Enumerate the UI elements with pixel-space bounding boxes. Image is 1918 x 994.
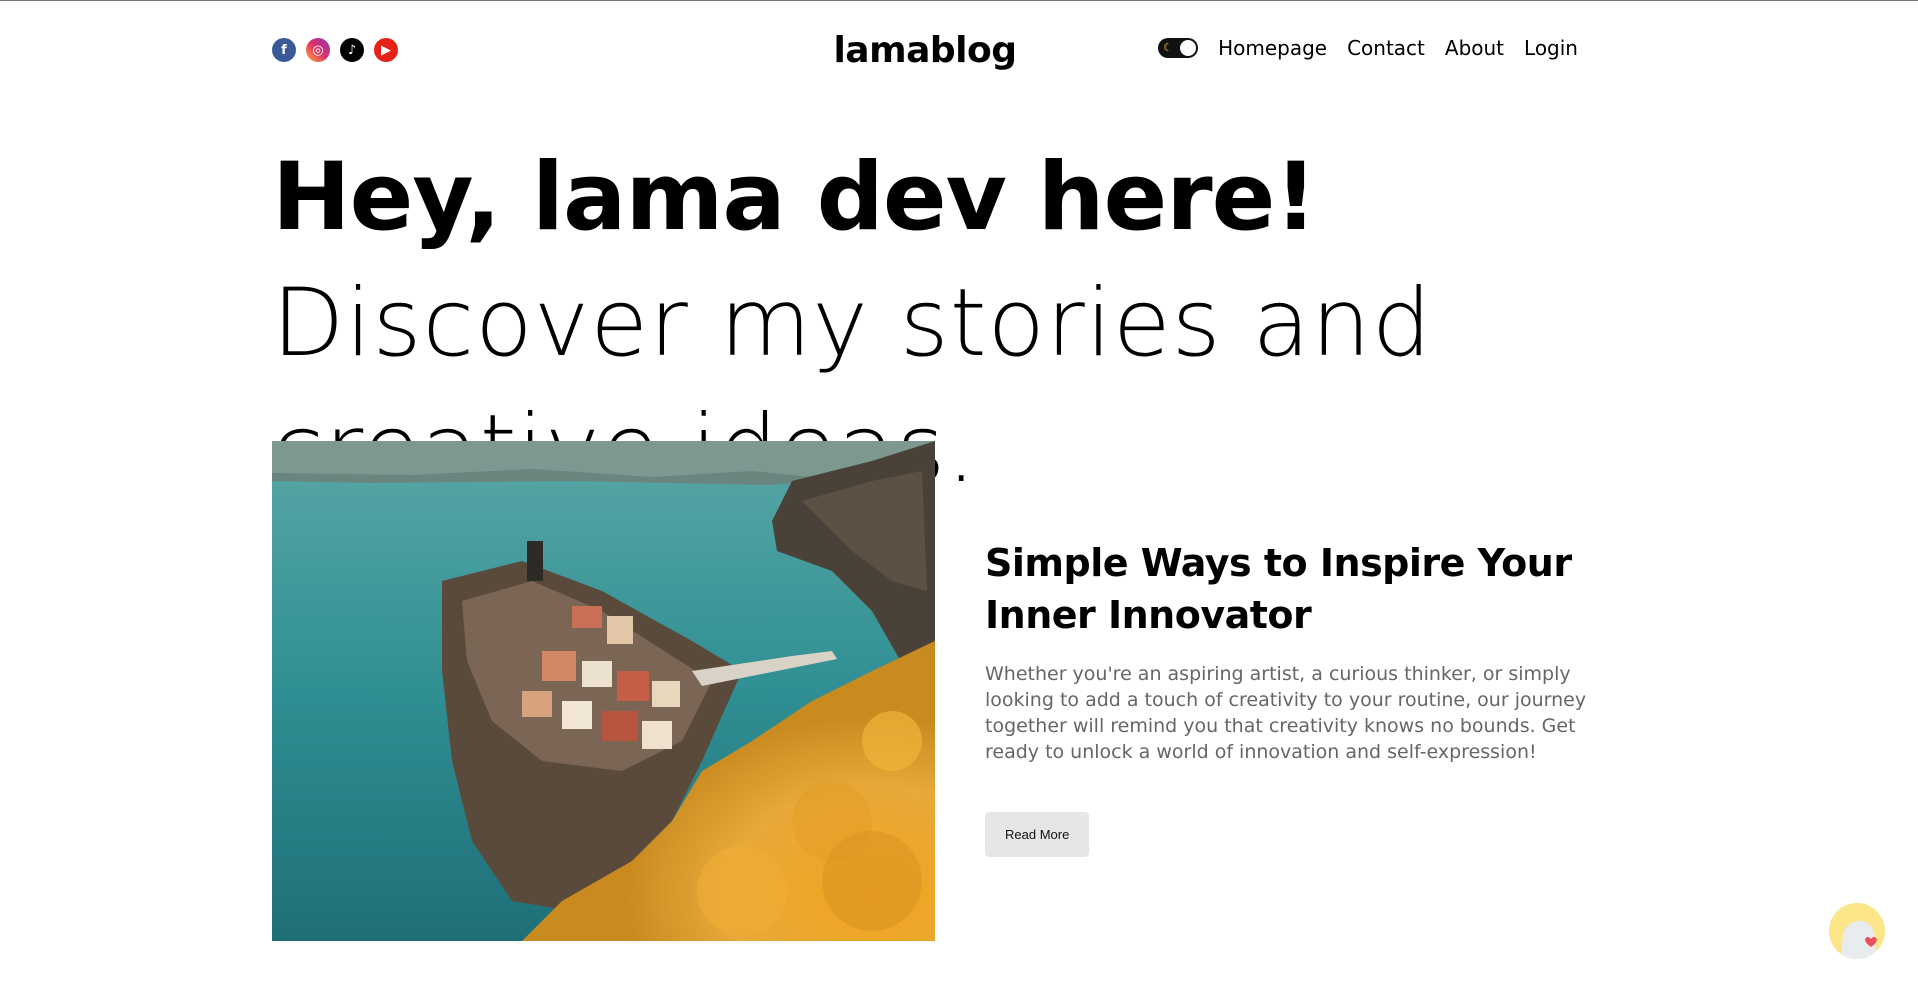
post-title[interactable]: Simple Ways to Inspire Your Inner Innova… [985, 537, 1635, 641]
theme-toggle[interactable]: ☾ [1158, 38, 1199, 58]
chat-widget-icon[interactable] [1829, 903, 1885, 959]
nav-homepage-link[interactable]: Homepage [1218, 36, 1327, 60]
nav-about-link[interactable]: About [1445, 36, 1504, 60]
navbar: f ◎ ♪ ▶ lamablog ☾ Homepage Contact Abou… [272, 26, 1578, 76]
nav-login-link[interactable]: Login [1524, 36, 1578, 60]
featured-post-image[interactable] [272, 441, 935, 941]
read-more-button[interactable]: Read More [985, 812, 1090, 857]
moon-icon: ☾ [1163, 41, 1173, 54]
coastal-village-image [272, 441, 935, 941]
featured-post: Simple Ways to Inspire Your Inner Innova… [985, 537, 1635, 857]
heart-avatar-icon [1829, 903, 1885, 959]
nav-contact-link[interactable]: Contact [1347, 36, 1425, 60]
top-border [0, 0, 1918, 1]
hero-heading-bold: Hey, lama dev here! [272, 143, 1317, 252]
main-nav: ☾ Homepage Contact About Login [1158, 36, 1578, 60]
post-description: Whether you're an aspiring artist, a cur… [985, 663, 1587, 763]
toggle-knob [1180, 40, 1197, 56]
